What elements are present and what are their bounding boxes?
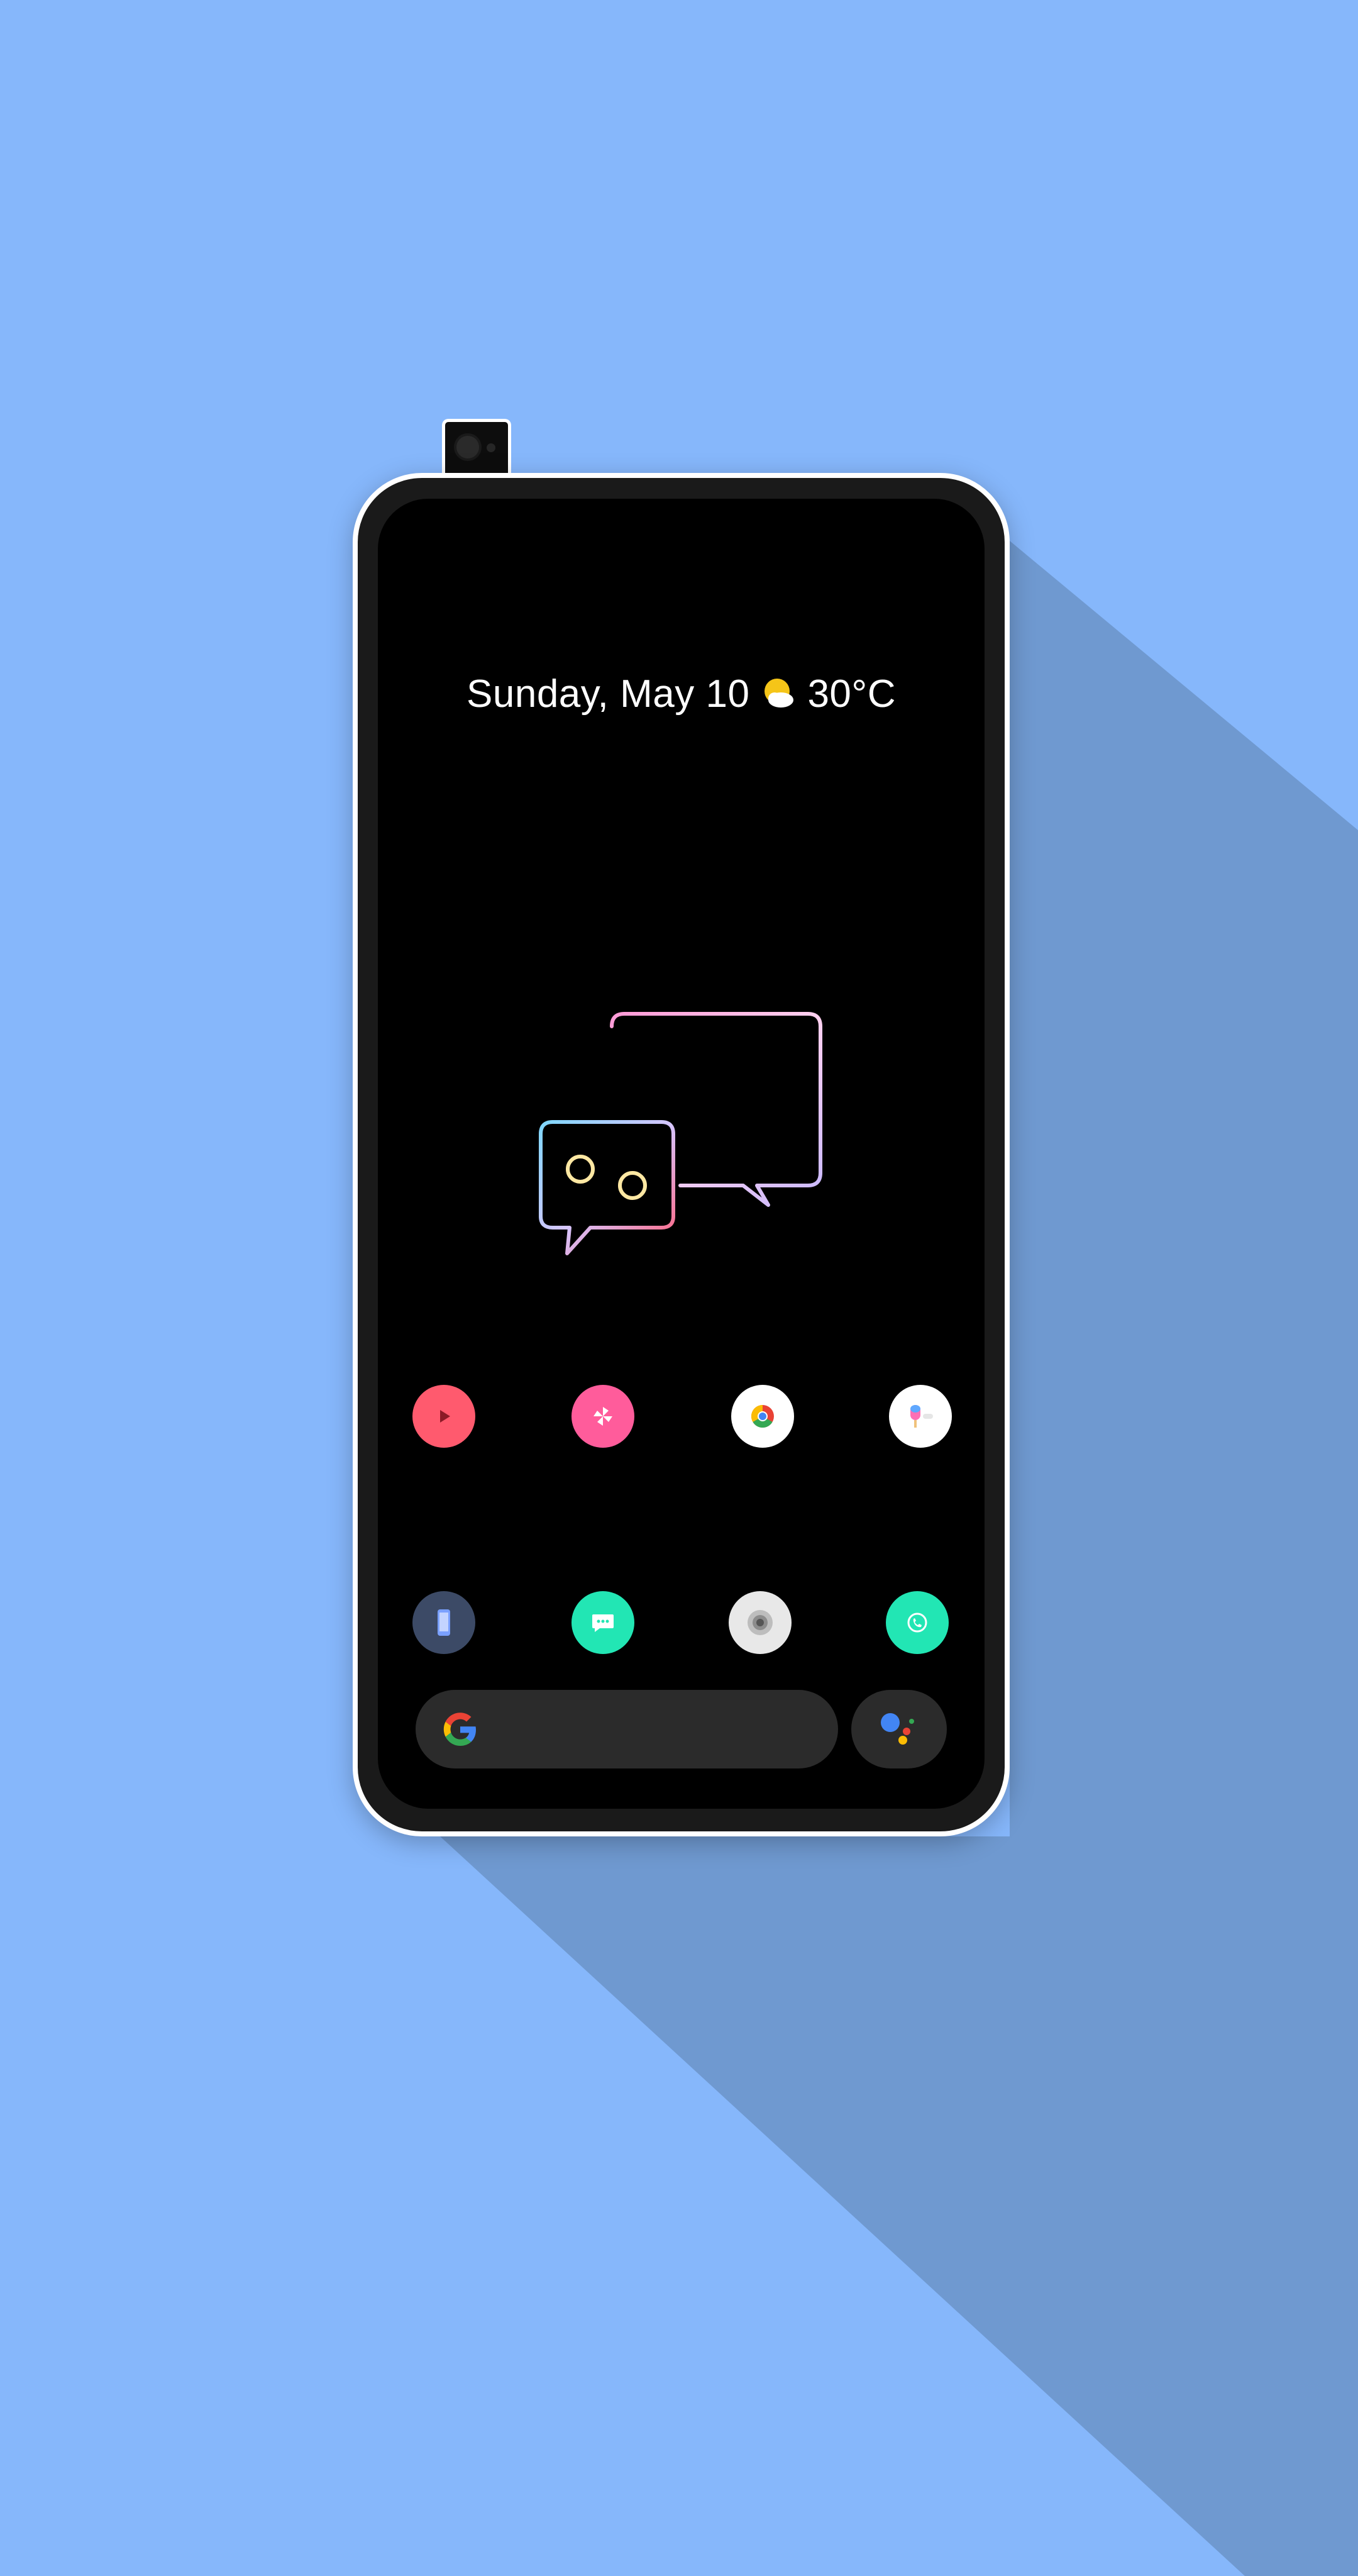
app-row-1	[378, 1385, 985, 1454]
camera-sensor	[487, 443, 495, 452]
youtube-play-icon[interactable]	[412, 1385, 475, 1448]
popup-camera	[442, 419, 511, 479]
pinwheel-icon[interactable]	[571, 1385, 634, 1448]
camera-lens	[456, 436, 479, 458]
google-search-bar[interactable]	[416, 1690, 838, 1768]
phone-device-icon[interactable]	[412, 1591, 475, 1654]
partly-sunny-icon	[765, 679, 794, 708]
google-g-icon	[443, 1713, 476, 1746]
call-icon[interactable]	[886, 1591, 949, 1654]
date-weather-widget[interactable]: Sunday, May 10 30°C	[378, 662, 985, 725]
popsicle-app-icon[interactable]	[889, 1385, 952, 1448]
temperature-text: 30°C	[807, 672, 896, 716]
chat-bubbles-icon	[539, 1012, 822, 1255]
google-assistant-button[interactable]	[851, 1690, 947, 1768]
google-assistant-icon	[881, 1713, 914, 1745]
home-screen: Sunday, May 10 30°C	[378, 499, 985, 1809]
camera-icon[interactable]	[729, 1591, 792, 1654]
app-row-2	[378, 1591, 985, 1660]
chrome-icon[interactable]	[731, 1385, 794, 1448]
messages-icon[interactable]	[571, 1591, 634, 1654]
date-text: Sunday, May 10	[466, 672, 750, 716]
